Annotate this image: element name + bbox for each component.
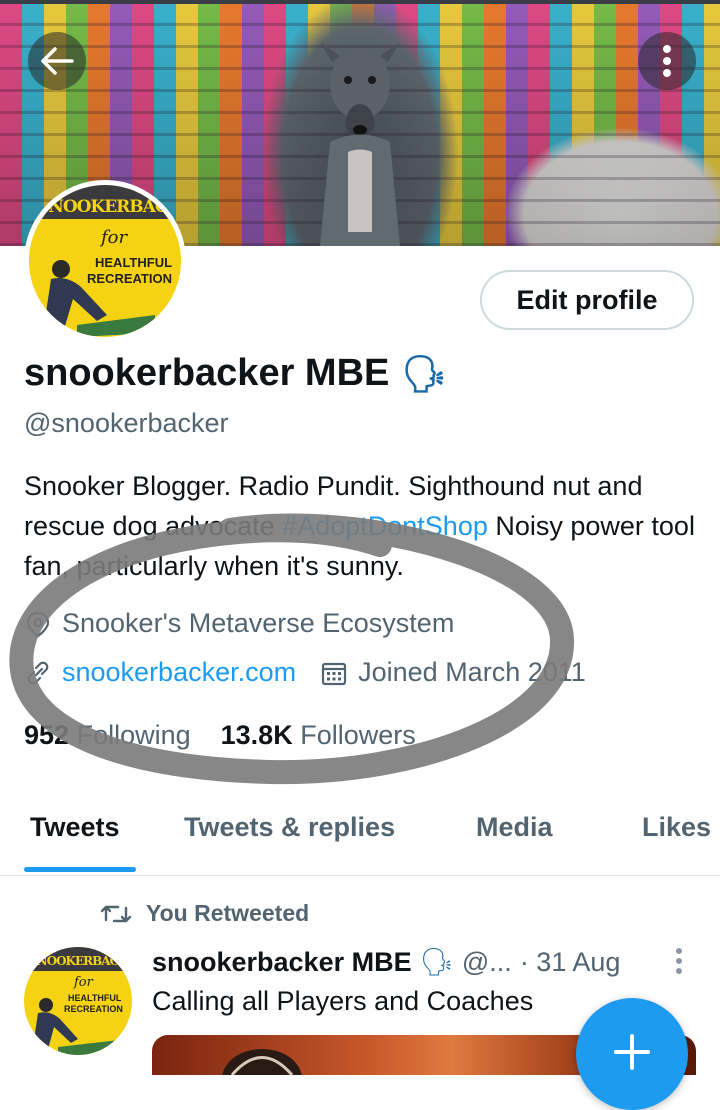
profile-handle: @snookerbacker (24, 408, 229, 438)
tab-likes[interactable]: Likes (642, 812, 711, 843)
retweet-icon (100, 905, 132, 922)
tweet-text: Calling all Players and Coaches (152, 986, 534, 1016)
avatar-logo-text: SNOOKERBACKER.COM (37, 197, 181, 217)
avatar-player-illustration (43, 260, 155, 337)
tweet-header: snookerbacker MBE 🗣 @... · 31 Aug (152, 946, 620, 978)
avatar-image: SNOOKERBACKER.COM for HEALTHFUL RECREATI… (29, 185, 181, 337)
tweet-author-avatar[interactable]: SNOOKERBACKER.COM for HEALTHFUL RECREATI… (24, 947, 132, 1055)
tweet-author-handle: @... (461, 946, 512, 977)
edit-profile-button[interactable]: Edit profile (480, 270, 694, 330)
profile-tabs: Tweets Tweets & replies Media Likes (0, 800, 720, 876)
vertical-dots-icon (663, 45, 671, 77)
display-name: snookerbacker MBE 🗣 (24, 352, 447, 395)
hand-drawn-circle-annotation (9, 513, 575, 785)
tweet-author-emoji: 🗣 (419, 947, 454, 977)
tweet-avatar-logo-text: SNOOKERBACKER.COM (29, 954, 132, 968)
tweet-date[interactable]: · 31 Aug (520, 947, 621, 978)
avatar-for-text: for (101, 227, 128, 248)
tweet-avatar-illustration (32, 998, 128, 1055)
tweet-author-name[interactable]: snookerbacker MBE (152, 947, 412, 978)
active-tab-indicator (24, 867, 136, 872)
more-options-button[interactable] (638, 32, 696, 90)
tweet-more-icon (676, 948, 682, 974)
tab-tweets[interactable]: Tweets (30, 812, 120, 843)
profile-avatar[interactable]: SNOOKERBACKER.COM for HEALTHFUL RECREATI… (24, 180, 186, 342)
tweet-avatar-for-text: for (74, 975, 93, 990)
tab-tweets-replies[interactable]: Tweets & replies (184, 812, 395, 843)
back-button[interactable] (28, 32, 86, 90)
compose-tweet-button[interactable] (576, 998, 688, 1110)
retweet-indicator: You Retweeted (100, 900, 309, 927)
banner-dog-image (320, 42, 400, 246)
retweet-label: You Retweeted (146, 900, 310, 926)
tweet-more-button[interactable] (672, 946, 686, 981)
display-name-text: snookerbacker MBE (24, 352, 390, 394)
speaking-head-icon: 🗣 (401, 352, 448, 394)
arrow-left-icon (41, 47, 74, 75)
plus-icon (614, 1034, 650, 1070)
tab-media[interactable]: Media (476, 812, 553, 843)
